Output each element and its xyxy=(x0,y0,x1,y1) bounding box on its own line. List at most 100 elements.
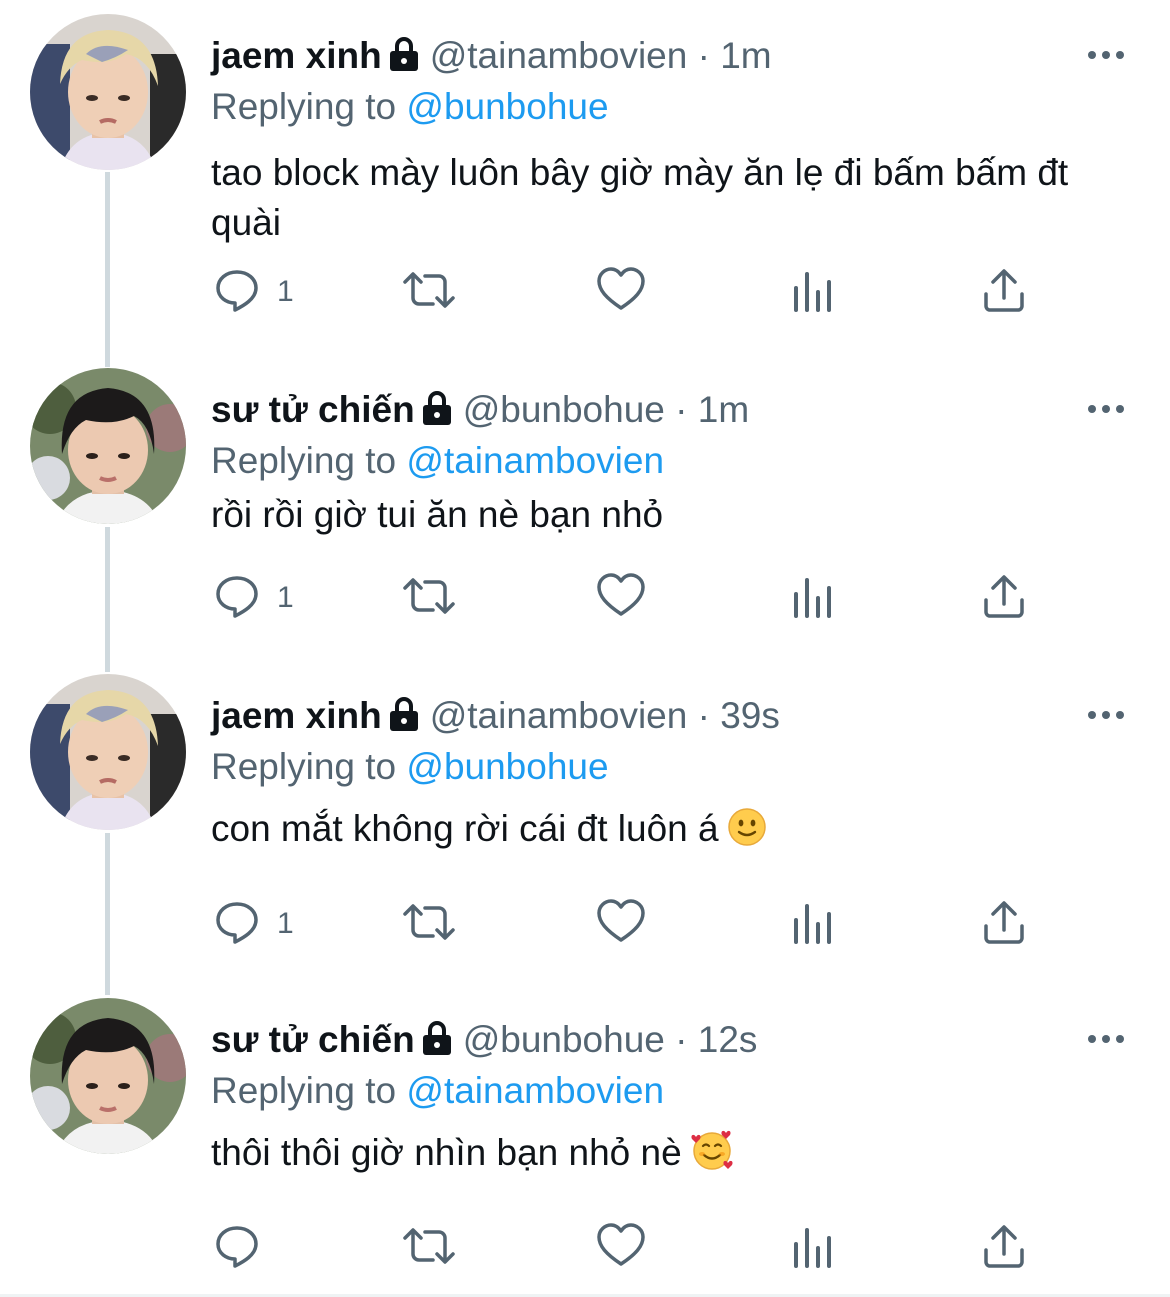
share-icon xyxy=(981,1222,1027,1275)
reply-count: 1 xyxy=(277,275,294,308)
retweet-icon xyxy=(400,266,458,319)
replying-mention[interactable]: @bunbohue xyxy=(406,86,608,127)
retweet-icon xyxy=(400,898,458,951)
views-icon xyxy=(792,266,834,319)
lock-icon xyxy=(421,390,453,438)
display-name[interactable]: jaem xinh xyxy=(211,695,382,736)
retweet-button[interactable] xyxy=(400,894,458,954)
replying-to: Replying to @bunbohue xyxy=(211,742,609,792)
share-button[interactable] xyxy=(981,1218,1027,1278)
tweet-actions: 1 xyxy=(0,894,1170,954)
more-options-icon[interactable] xyxy=(1086,394,1126,424)
tweet-actions: 1 xyxy=(0,262,1170,322)
like-button[interactable] xyxy=(596,894,646,954)
heart-icon xyxy=(596,572,646,625)
retweet-button[interactable] xyxy=(400,262,458,322)
tweet-text-content: rồi rồi giờ tui ăn nè bạn nhỏ xyxy=(211,494,664,535)
like-button[interactable] xyxy=(596,1218,646,1278)
avatar[interactable] xyxy=(30,14,186,170)
handle[interactable]: @tainambovien xyxy=(430,695,688,736)
tweet[interactable]: jaem xinh @tainambovien · 39s Replying to… xyxy=(0,674,1170,974)
lock-icon xyxy=(388,696,420,744)
reply-icon xyxy=(213,898,261,951)
tweet-header: sư tử chiến @bunbohue · 12s xyxy=(211,1016,1050,1068)
smiling-face-with-hearts-emoji-icon xyxy=(690,1129,734,1184)
like-button[interactable] xyxy=(596,568,646,628)
timestamp[interactable]: 12s xyxy=(698,1019,758,1060)
views-button[interactable] xyxy=(792,568,834,628)
timestamp[interactable]: 39s xyxy=(720,695,780,736)
avatar[interactable] xyxy=(30,368,186,524)
views-icon xyxy=(792,572,834,625)
heart-icon xyxy=(596,1222,646,1275)
tweet-text: tao block mày luôn bây giờ mày ăn lẹ đi … xyxy=(211,148,1141,248)
timestamp[interactable]: 1m xyxy=(720,35,771,76)
lock-icon xyxy=(421,1020,453,1068)
display-name[interactable]: sư tử chiến xyxy=(211,389,415,430)
handle[interactable]: @bunbohue xyxy=(463,389,665,430)
reply-button[interactable] xyxy=(213,1218,277,1278)
tweet-text-content: tao block mày luôn bây giờ mày ăn lẹ đi … xyxy=(211,152,1069,243)
views-button[interactable] xyxy=(792,262,834,322)
replying-prefix: Replying to xyxy=(211,746,397,787)
views-icon xyxy=(792,898,834,951)
separator-dot: · xyxy=(687,35,721,76)
more-options-icon[interactable] xyxy=(1086,1024,1126,1054)
tweet-header: jaem xinh @tainambovien · 39s xyxy=(211,692,1050,744)
reply-icon xyxy=(213,266,261,319)
reply-icon xyxy=(213,572,261,625)
avatar[interactable] xyxy=(30,998,186,1154)
retweet-button[interactable] xyxy=(400,1218,458,1278)
display-name[interactable]: jaem xinh xyxy=(211,35,382,76)
more-options-icon[interactable] xyxy=(1086,700,1126,730)
timestamp[interactable]: 1m xyxy=(698,389,749,430)
tweet-header: sư tử chiến @bunbohue · 1m xyxy=(211,386,1050,438)
reply-count: 1 xyxy=(277,907,294,940)
tweet-text: rồi rồi giờ tui ăn nè bạn nhỏ xyxy=(211,490,1141,540)
reply-icon xyxy=(213,1222,261,1275)
views-button[interactable] xyxy=(792,1218,834,1278)
reply-button[interactable]: 1 xyxy=(213,262,294,322)
separator-dot: · xyxy=(687,695,721,736)
separator-dot: · xyxy=(664,1019,698,1060)
replying-to: Replying to @tainambovien xyxy=(211,1066,664,1116)
tweet[interactable]: sư tử chiến @bunbohue · 12s Replying to @… xyxy=(0,998,1170,1288)
share-icon xyxy=(981,266,1027,319)
replying-mention[interactable]: @bunbohue xyxy=(406,746,608,787)
replying-to: Replying to @bunbohue xyxy=(211,82,609,132)
tweet-text: thôi thôi giờ nhìn bạn nhỏ nè xyxy=(211,1128,1141,1184)
reply-count: 1 xyxy=(277,581,294,614)
tweet[interactable]: jaem xinh @tainambovien · 1m Replying to … xyxy=(0,14,1170,344)
replying-mention[interactable]: @tainambovien xyxy=(406,1070,664,1111)
tweet-text-content: thôi thôi giờ nhìn bạn nhỏ nè xyxy=(211,1132,682,1173)
replying-prefix: Replying to xyxy=(211,440,397,481)
share-button[interactable] xyxy=(981,262,1027,322)
tweet[interactable]: sư tử chiến @bunbohue · 1m Replying to @t… xyxy=(0,368,1170,658)
replying-mention[interactable]: @tainambovien xyxy=(406,440,664,481)
replying-to: Replying to @tainambovien xyxy=(211,436,664,486)
heart-icon xyxy=(596,898,646,951)
reply-button[interactable]: 1 xyxy=(213,894,294,954)
slightly-smiling-face-emoji-icon xyxy=(727,807,767,860)
retweet-icon xyxy=(400,572,458,625)
reply-button[interactable]: 1 xyxy=(213,568,294,628)
tweet-text-content: con mắt không rời cái đt luôn á xyxy=(211,808,719,849)
display-name[interactable]: sư tử chiến xyxy=(211,1019,415,1060)
tweet-header: jaem xinh @tainambovien · 1m xyxy=(211,32,1050,84)
replying-prefix: Replying to xyxy=(211,1070,397,1111)
like-button[interactable] xyxy=(596,262,646,322)
handle[interactable]: @tainambovien xyxy=(430,35,688,76)
share-button[interactable] xyxy=(981,568,1027,628)
tweet-actions xyxy=(0,1218,1170,1278)
views-button[interactable] xyxy=(792,894,834,954)
retweet-button[interactable] xyxy=(400,568,458,628)
heart-icon xyxy=(596,266,646,319)
replying-prefix: Replying to xyxy=(211,86,397,127)
share-icon xyxy=(981,898,1027,951)
avatar[interactable] xyxy=(30,674,186,830)
share-button[interactable] xyxy=(981,894,1027,954)
separator-dot: · xyxy=(664,389,698,430)
tweet-actions: 1 xyxy=(0,568,1170,628)
handle[interactable]: @bunbohue xyxy=(463,1019,665,1060)
more-options-icon[interactable] xyxy=(1086,40,1126,70)
